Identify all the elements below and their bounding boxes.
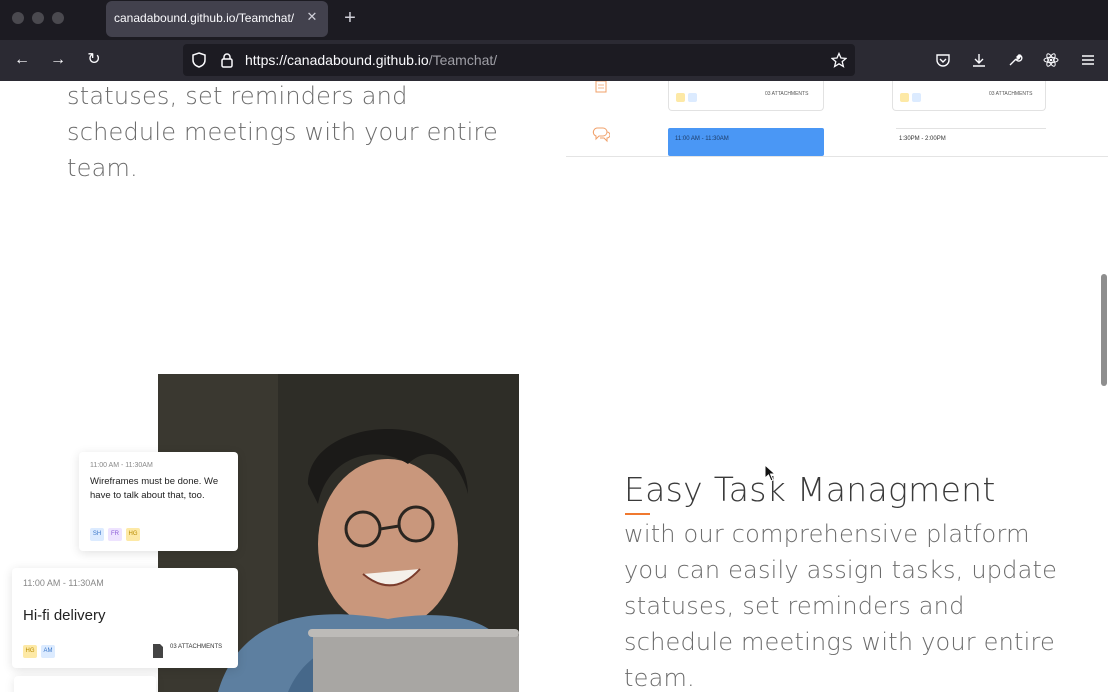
browser-navbar: ← → ↻ https://canadabound.github.io/Team… [0,40,1108,81]
reload-icon[interactable]: ↻ [84,50,104,70]
time-slot-active: 11:00 AM - 11:30AM [668,128,824,156]
attachments[interactable]: 03 ATTACHMENTS [152,644,222,663]
download-icon[interactable] [971,52,987,68]
url-bar[interactable]: https://canadabound.github.io/Teamchat/ [183,44,855,76]
user-tag: AM [41,645,55,658]
time-slot-label: 1:30PM - 2:00PM [899,136,946,142]
tab-close-icon[interactable]: ✕ [304,9,320,25]
mini-tag [912,93,921,102]
time-slot-label: 11:00 AM - 11:30AM [675,136,729,142]
user-tag: HG [23,645,37,658]
window-zoom-dot[interactable] [52,12,64,24]
wrench-icon[interactable] [1007,52,1023,68]
react-devtools-icon[interactable] [1043,52,1059,68]
browser-tab-active[interactable]: canadabound.github.io/Teamchat/ ✕ [106,1,328,37]
browser-titlebar: canadabound.github.io/Teamchat/ ✕ + [0,0,1108,40]
tab-title: canadabound.github.io/Teamchat/ [114,11,295,25]
shield-icon[interactable] [191,52,207,68]
attachments-label: 03 ATTACHMENTS [989,91,1033,97]
forward-icon[interactable]: → [48,50,68,70]
user-tag: SH [90,528,104,541]
task-time: 11:00 AM - 11:30AM [23,578,104,588]
back-icon[interactable]: ← [12,50,32,70]
document-icon [595,81,607,93]
user-tag: HG [126,528,140,541]
task-title: Hi-fi delivery [23,607,106,624]
user-tag: FR [108,528,122,541]
pdf-file-icon [153,644,163,658]
message-time: 11:00 AM - 11:30AM [90,462,153,469]
window-minimize-dot[interactable] [32,12,44,24]
schedule-mock: 03 ATTACHMENTS 03 ATTACHMENTS 11:00 AM -… [566,81,1108,157]
mock-card: 03 ATTACHMENTS [892,81,1046,111]
feature-text: with our comprehensive platform you can … [624,520,1058,692]
bookmark-star-icon[interactable] [831,52,847,68]
message-card[interactable]: 11:00 AM - 11:30AM Wireframes must be do… [79,452,238,551]
mini-tag [900,93,909,102]
mouse-cursor-icon [764,464,777,482]
menu-icon[interactable] [1080,52,1096,68]
top-section-text: statuses, set reminders and schedule mee… [67,82,499,182]
pocket-icon[interactable] [935,52,951,68]
chat-icon [592,127,610,143]
window-close-dot[interactable] [12,12,24,24]
attachments-label: 03 ATTACHMENTS [765,91,809,97]
feature-heading: Easy Task Managment [624,470,996,509]
divider [566,156,1108,157]
heading-underline [625,513,650,515]
lock-icon[interactable] [219,52,235,68]
mock-card: 03 ATTACHMENTS [668,81,824,111]
url-text: https://canadabound.github.io/Teamchat/ [245,52,498,68]
divider [896,128,1046,129]
page-content: statuses, set reminders and schedule mee… [0,81,1108,692]
attachments-label: 03 ATTACHMENTS [170,644,223,650]
task-card[interactable]: 11:00 AM - 11:30AM Hi-fi delivery HG AM … [12,568,238,668]
task-card[interactable] [14,676,156,692]
page-scrollbar[interactable] [1101,274,1107,386]
mini-tag [676,93,685,102]
mini-tag [688,93,697,102]
new-tab-icon[interactable]: + [340,8,360,28]
message-text: Wireframes must be done. We have to talk… [90,476,219,501]
